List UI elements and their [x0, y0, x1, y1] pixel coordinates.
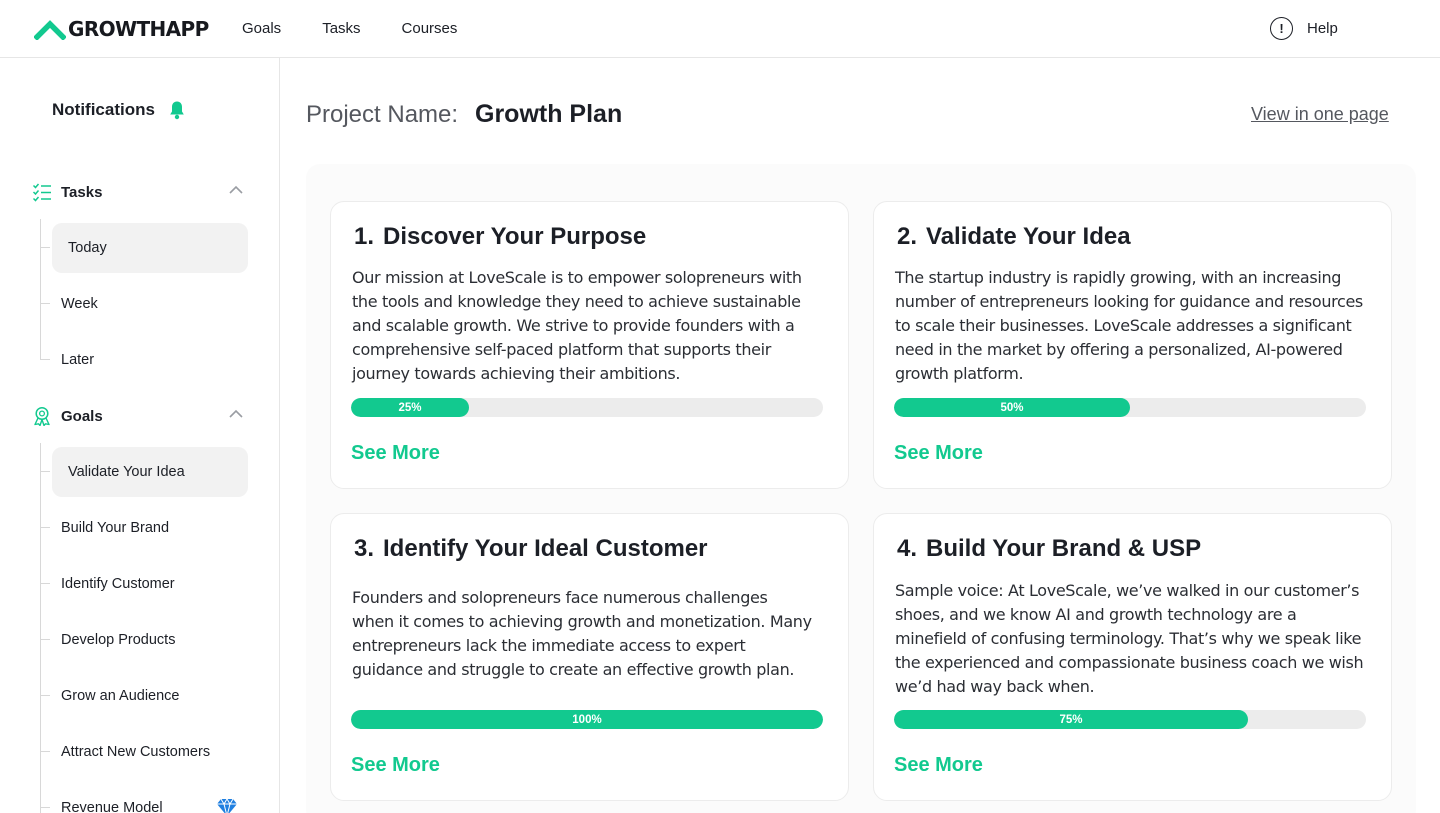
card-description: The startup industry is rapidly growing,…: [895, 268, 1363, 383]
card-title: 4. Build Your Brand & USP: [897, 535, 1201, 563]
card-title-text: Discover Your Purpose: [383, 223, 647, 250]
progress-percent: 25%: [398, 401, 422, 414]
sidebar-item-attract-new-customers[interactable]: Attract New Customers: [40, 727, 248, 777]
sidebar-item-label: Grow an Audience: [61, 688, 180, 704]
card-title: 2. Validate Your Idea: [897, 223, 1131, 251]
sidebar-item-label: Week: [61, 296, 98, 312]
main-nav: Goals Tasks Courses: [242, 19, 498, 39]
sidebar-item-label: Attract New Customers: [61, 744, 211, 760]
card-title: 1. Discover Your Purpose: [354, 223, 646, 251]
progress-bar: 75%: [894, 710, 1366, 729]
see-more-link[interactable]: See More: [351, 754, 440, 777]
sidebar-item-label: Revenue Model: [61, 800, 163, 813]
sidebar-item-label: Identify Customer: [61, 576, 175, 592]
sidebar-item-week[interactable]: Week: [40, 279, 248, 329]
progress-fill: 25%: [351, 398, 469, 417]
goal-card: 3. Identify Your Ideal Customer Founders …: [330, 513, 849, 801]
goals-tree-line: [40, 443, 41, 813]
notifications-label: Notifications: [52, 100, 155, 119]
help-button[interactable]: ! Help: [1270, 17, 1338, 40]
sidebar-item-label: Validate Your Idea: [68, 464, 185, 480]
sidebar-item-later[interactable]: Later: [40, 335, 248, 385]
notifications-link[interactable]: Notifications: [52, 100, 185, 120]
nav-goals[interactable]: Goals: [242, 19, 281, 39]
see-more-link[interactable]: See More: [894, 442, 983, 465]
card-number: 4.: [897, 535, 918, 562]
sidebar-item-revenue-model[interactable]: Revenue Model: [40, 783, 248, 813]
progress-percent: 75%: [1059, 713, 1083, 726]
progress-fill: 75%: [894, 710, 1248, 729]
card-title: 3. Identify Your Ideal Customer: [354, 535, 708, 563]
brand-name: GROWTHAPP: [68, 17, 209, 41]
sidebar-item-identify-customer[interactable]: Identify Customer: [40, 559, 248, 609]
bell-icon: [170, 101, 184, 120]
sidebar-item-label: Build Your Brand: [61, 520, 170, 536]
chevron-up-logo-icon: [34, 20, 66, 40]
top-navigation-bar: GROWTHAPP Goals Tasks Courses ! Help: [0, 0, 1440, 58]
progress-bar: 100%: [351, 710, 823, 729]
nav-tasks[interactable]: Tasks: [322, 19, 360, 39]
award-icon: [34, 406, 50, 426]
progress-bar: 25%: [351, 398, 823, 417]
card-description: Our mission at LoveScale is to empower s…: [352, 268, 802, 383]
sidebar-section-goals[interactable]: Goals: [32, 405, 246, 427]
checklist-icon: [32, 183, 51, 202]
brand-logo[interactable]: GROWTHAPP: [34, 17, 209, 41]
goal-card: 1. Discover Your Purpose Our mission at L…: [330, 201, 849, 489]
sidebar-section-tasks[interactable]: Tasks: [32, 181, 246, 203]
card-title-text: Build Your Brand & USP: [926, 535, 1202, 562]
sidebar-item-today[interactable]: Today: [40, 223, 248, 273]
goal-card: 4. Build Your Brand & USP Sample voice: A…: [873, 513, 1392, 801]
sidebar-item-label: Later: [61, 352, 95, 368]
exclamation-circle-icon: !: [1270, 17, 1293, 40]
progress-fill: 50%: [894, 398, 1130, 417]
project-name-label: Project Name:: [306, 101, 459, 128]
help-label: Help: [1307, 20, 1338, 37]
progress-fill: 100%: [351, 710, 823, 729]
tasks-tree-line: [40, 219, 41, 360]
sidebar-item-label: Today: [68, 240, 107, 256]
card-number: 3.: [354, 535, 375, 562]
goal-card: 2. Validate Your Idea The startup industr…: [873, 201, 1392, 489]
sidebar-item-develop-products[interactable]: Develop Products: [40, 615, 248, 665]
progress-percent: 50%: [1000, 401, 1024, 414]
chevron-up-icon[interactable]: [228, 185, 244, 195]
see-more-link[interactable]: See More: [894, 754, 983, 777]
sidebar: Notifications Tasks Today Week Later Goa…: [0, 58, 280, 813]
goals-section-label: Goals: [61, 407, 103, 425]
sidebar-item-build-your-brand[interactable]: Build Your Brand: [40, 503, 248, 553]
see-more-link[interactable]: See More: [351, 442, 440, 465]
diamond-icon: [217, 798, 237, 813]
sidebar-item-grow-an-audience[interactable]: Grow an Audience: [40, 671, 248, 721]
card-number: 1.: [354, 223, 375, 250]
card-description: Sample voice: At LoveScale, we’ve walked…: [895, 581, 1364, 696]
nav-courses[interactable]: Courses: [402, 19, 458, 39]
card-number: 2.: [897, 223, 918, 250]
card-title-text: Validate Your Idea: [926, 223, 1131, 250]
chevron-up-icon[interactable]: [228, 409, 244, 419]
card-title-text: Identify Your Ideal Customer: [383, 535, 708, 562]
sidebar-item-validate-your-idea[interactable]: Validate Your Idea: [40, 447, 248, 497]
progress-bar: 50%: [894, 398, 1366, 417]
sidebar-item-label: Develop Products: [61, 632, 176, 648]
view-in-one-page-link[interactable]: View in one page: [1251, 104, 1389, 125]
project-name: Growth Plan: [475, 100, 623, 128]
card-description: Founders and solopreneurs face numerous …: [352, 588, 812, 679]
goals-cards-panel: 1. Discover Your Purpose Our mission at L…: [306, 164, 1416, 813]
progress-percent: 100%: [572, 713, 602, 726]
tasks-section-label: Tasks: [61, 183, 103, 201]
